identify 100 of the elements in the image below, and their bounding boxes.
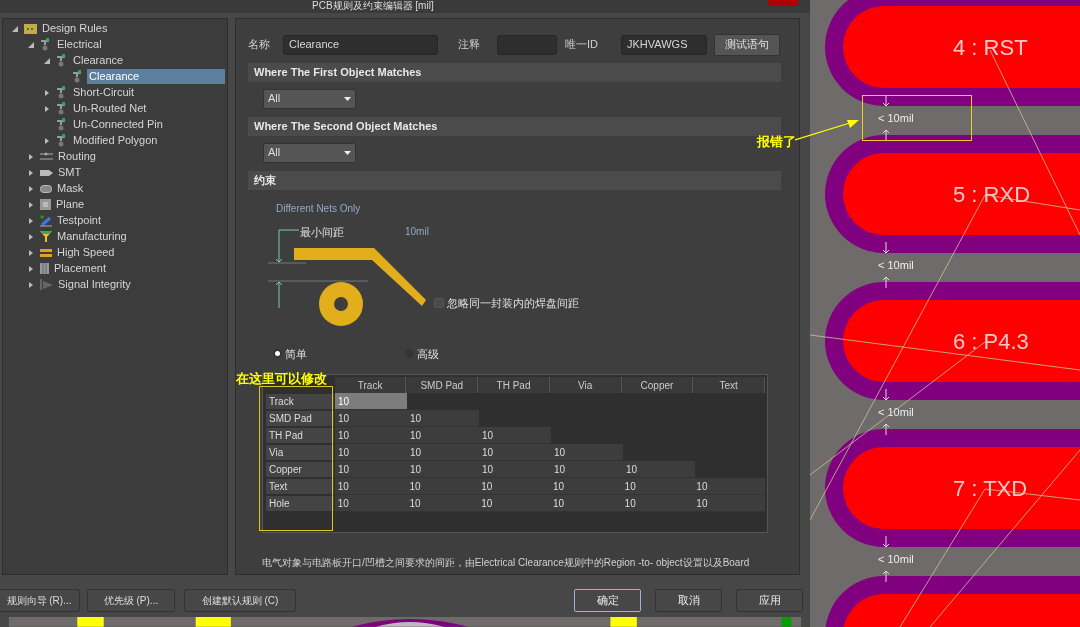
table-cell[interactable]: 10 [551,461,623,479]
row-header: Hole [265,495,335,513]
table-cell[interactable]: 10 [621,478,694,496]
caret-icon [344,96,351,101]
pad-label: 4 : RST [953,33,1028,62]
table-cell[interactable]: 10 [406,495,479,513]
expand-arrow-icon[interactable] [28,185,34,192]
table-cell[interactable]: 10 [693,478,766,496]
table-cell[interactable]: 10 [334,495,407,513]
name-field[interactable]: Clearance [283,34,438,55]
dialog-button[interactable]: 规则向导 (R)... [0,588,80,612]
table-cell[interactable]: 10 [478,495,550,513]
table-cell[interactable]: 10 [479,461,551,479]
expand-arrow-icon[interactable] [28,249,34,256]
tree-item[interactable]: Plane [54,197,87,213]
min-clearance-label: 最小间距 [300,224,344,240]
expand-arrow-icon[interactable] [28,169,34,176]
table-cell[interactable]: 10 [549,478,622,496]
caret-icon [344,150,351,155]
table-cell[interactable]: 10 [335,461,407,479]
pad-label: 6 : P4.3 [953,327,1029,356]
expand-arrow-icon[interactable] [28,265,34,272]
section-header: 约束 [248,170,781,190]
tree-item[interactable]: Clearance [87,69,225,85]
section-header: Where The Second Object Matches [248,116,781,136]
tree-item[interactable]: Un-Connected Pin [71,117,165,133]
clearance-label: < 10mil [878,553,914,565]
table-cell[interactable]: 10 [693,495,766,513]
tree-item[interactable]: SMT [56,165,84,181]
table-cell[interactable]: 10 [549,495,622,513]
dialog-button[interactable]: 应用 [736,588,803,612]
tree-item[interactable]: Manufacturing [55,229,129,245]
column-header: SMD Pad [406,377,479,394]
collapse-arrow-icon[interactable] [12,25,18,32]
test-button[interactable]: 测试语句 [714,33,780,56]
comment-field[interactable] [497,34,557,55]
collapse-arrow-icon[interactable] [28,41,34,48]
table-cell[interactable]: 10 [407,427,479,445]
rule-description: 电气对象与电路板开口/凹槽之间要求的间距，由Electrical Clearance规则中的Region -to- object设置以及Board [262,556,751,571]
table-cell[interactable]: 10 [335,427,407,445]
expand-arrow-icon[interactable] [28,153,34,160]
folder-icon [24,23,37,35]
tree-item[interactable]: Un-Routed Net [71,101,149,117]
collapse-arrow-icon[interactable] [44,57,50,64]
column-header: Text [693,377,766,394]
dropdown[interactable]: All [263,142,356,163]
table-cell[interactable]: 10 [406,478,479,496]
expand-arrow-icon[interactable] [28,281,34,288]
clearance-label: < 10mil [878,112,914,124]
rule-icon [56,118,68,132]
up-arrow-icon [882,570,890,582]
radio-button[interactable] [273,349,282,359]
tree-item[interactable]: Placement [52,261,108,277]
column-header: Track [334,377,407,394]
column-header: Via [549,377,622,394]
expand-arrow-icon[interactable] [44,89,50,96]
table-cell[interactable]: 10 [407,461,479,479]
funnel-icon [40,231,52,243]
down-arrow-icon [882,389,890,401]
tree-item[interactable]: Mask [55,181,86,197]
expand-arrow-icon[interactable] [28,233,34,240]
dialog-button[interactable]: 创建默认规则 (C) [184,588,296,612]
tree-item[interactable]: Design Rules [40,21,110,37]
tree-item[interactable]: High Speed [55,245,117,261]
table-cell[interactable]: 10 [623,461,695,479]
rule-icon [56,102,68,116]
tree-item[interactable]: Electrical [55,37,104,53]
tree-item[interactable]: Signal Integrity [56,277,133,293]
dialog-button[interactable]: 确定 [574,588,641,612]
tree-item[interactable]: Modified Polygon [71,133,160,149]
id-field[interactable]: JKHVAWGS [621,34,707,55]
expand-arrow-icon[interactable] [44,105,50,112]
table-cell[interactable]: 10 [407,410,479,428]
table-cell[interactable]: 10 [335,393,407,411]
table-cell[interactable]: 10 [407,444,479,462]
expand-arrow-icon[interactable] [28,217,34,224]
column-header: TH Pad [478,377,550,394]
dropdown[interactable]: All [263,88,356,109]
up-arrow-icon [882,423,890,435]
tree-item[interactable]: Clearance [71,53,126,69]
table-cell[interactable]: 10 [335,444,407,462]
tree-item[interactable]: Routing [56,149,98,165]
table-cell[interactable]: 10 [551,444,623,462]
table-cell[interactable]: 10 [335,410,407,428]
table-cell[interactable]: 10 [478,478,550,496]
rule-icon [56,86,68,100]
dialog-button[interactable]: 优先级 (P)... [87,588,175,612]
tree-item[interactable]: Testpoint [55,213,104,229]
checkbox-label: 忽略同一封装内的焊盘间距 [447,295,579,311]
tree-item[interactable]: Short-Circuit [71,85,137,101]
expand-arrow-icon[interactable] [28,201,34,208]
table-cell[interactable]: 10 [479,444,551,462]
field-label: 注释 [458,37,481,53]
up-arrow-icon [882,129,890,141]
table-cell[interactable]: 10 [334,478,407,496]
table-cell[interactable]: 10 [479,427,551,445]
expand-arrow-icon[interactable] [44,137,50,144]
dialog-button[interactable]: 取消 [655,588,722,612]
field-label: 名称 [248,37,271,53]
table-cell[interactable]: 10 [621,495,694,513]
